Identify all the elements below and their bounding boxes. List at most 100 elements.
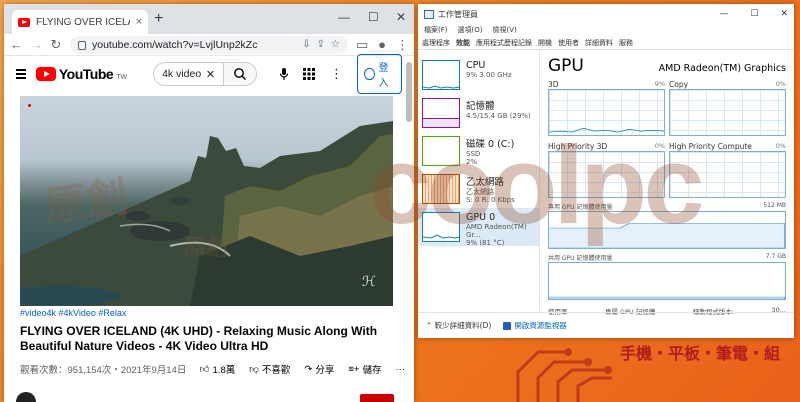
circuit-decoration xyxy=(516,348,612,402)
gpu-thumbnail xyxy=(422,212,460,242)
maximize-icon[interactable]: ☐ xyxy=(750,9,758,19)
tab-processes[interactable]: 處理程序 xyxy=(422,38,450,48)
minimize-icon[interactable]: — xyxy=(338,10,350,24)
tab-startup[interactable]: 開機 xyxy=(538,38,552,48)
settings-more-icon[interactable]: ⋮ xyxy=(330,66,344,82)
reload-icon[interactable]: ↻ xyxy=(50,37,62,53)
search-clear-icon[interactable]: ✕ xyxy=(206,68,215,81)
gpu-model: AMD Radeon(TM) Graphics xyxy=(658,63,786,74)
resource-ethernet[interactable]: 乙太網路 乙太網路 S: 0 R: 0 Kbps xyxy=(418,170,539,208)
fewer-details-label: 較少詳細資料(D) xyxy=(434,321,492,330)
chrome-menu-icon[interactable]: ⋮ xyxy=(396,37,409,53)
search-input[interactable]: 4k video ✕ xyxy=(153,62,224,86)
tab-users[interactable]: 使用者 xyxy=(558,38,579,48)
minimize-icon[interactable]: — xyxy=(719,9,728,19)
graph-label: Copy xyxy=(669,80,689,89)
tab-close-icon[interactable]: × xyxy=(136,16,142,28)
share-button[interactable]: ↷ 分享 xyxy=(304,362,335,377)
hamburger-menu-icon[interactable] xyxy=(16,69,26,79)
subscribe-button[interactable] xyxy=(360,394,394,402)
share-label: 分享 xyxy=(315,365,335,376)
graph-3d[interactable]: 3D 9% xyxy=(548,80,665,136)
shared-memory-graph[interactable] xyxy=(548,262,786,300)
resource-sub1: AMD Radeon(TM) Gr... xyxy=(466,223,527,239)
resource-monitor-icon xyxy=(503,321,512,330)
back-icon[interactable]: ← xyxy=(10,37,23,52)
tab-title: FLYING OVER ICELAND (4K xyxy=(36,16,130,28)
resource-name: GPU 0 xyxy=(466,212,496,223)
apps-grid-icon[interactable] xyxy=(302,66,316,82)
live-indicator xyxy=(28,104,31,107)
region-code: TW xyxy=(116,74,128,81)
thumbs-down-icon: 👎︎ xyxy=(249,364,259,375)
menu-file[interactable]: 檔案(F) xyxy=(424,25,448,35)
microphone-icon xyxy=(279,68,288,80)
resource-list: CPU 9% 3.00 GHz 記憶體 4.5/15.4 GB (29%) 磁碟… xyxy=(418,50,540,312)
youtube-favicon-icon xyxy=(18,17,30,27)
dislike-label: 不喜歡 xyxy=(261,365,291,376)
dedicated-memory-max: 512 MB xyxy=(763,202,786,209)
like-button[interactable]: 👍︎ 1.8萬 xyxy=(200,362,236,376)
resource-name: 乙太網路 xyxy=(466,177,505,188)
download-icon[interactable]: ⇩ xyxy=(302,39,310,50)
resource-sub1: 4.5/15.4 GB (29%) xyxy=(466,112,531,120)
save-label: 儲存 xyxy=(362,365,382,376)
menu-view[interactable]: 檢視(V) xyxy=(492,25,516,35)
sign-in-button[interactable]: 登入 xyxy=(357,54,402,94)
profile-icon[interactable]: ● xyxy=(376,37,388,52)
browser-tab[interactable]: FLYING OVER ICELAND (4K × xyxy=(12,10,148,34)
gpu-detail-panel: GPU AMD Radeon(TM) Graphics 3D 9% Copy 0% xyxy=(548,50,786,316)
resource-disk[interactable]: 磁碟 0 (C:) SSD 2% xyxy=(418,132,539,170)
new-tab-button[interactable]: + xyxy=(154,11,163,27)
tab-strip: FLYING OVER ICELAND (4K × + — ☐ ✕ xyxy=(4,4,414,34)
graph-label: High Priority Compute xyxy=(669,142,752,151)
menu-options[interactable]: 選項(O) xyxy=(458,25,483,35)
like-count: 1.8萬 xyxy=(212,365,236,376)
open-resource-monitor-link[interactable]: 開啟資源監視器 xyxy=(503,320,567,331)
sign-in-label: 登入 xyxy=(378,63,389,89)
close-window-icon[interactable]: ✕ xyxy=(396,10,406,24)
tab-services[interactable]: 服務 xyxy=(619,38,633,48)
graph-percent: 9% xyxy=(654,80,665,88)
url-text[interactable]: youtube.com/watch?v=LvjlUnp2kZc xyxy=(92,39,296,51)
youtube-header: YouTube TW 4k video ✕ ⋮ 登入 xyxy=(4,54,414,94)
close-window-icon[interactable]: ✕ xyxy=(780,9,788,19)
browser-window: FLYING OVER ICELAND (4K × + — ☐ ✕ ← → ↻ … xyxy=(4,4,414,402)
forward-icon[interactable]: → xyxy=(30,37,43,52)
save-button[interactable]: ≡+ 儲存 xyxy=(348,362,382,377)
graph-copy[interactable]: Copy 0% xyxy=(669,80,786,136)
resource-sub1: 9% 3.00 GHz xyxy=(466,71,512,79)
video-player[interactable]: ℋ xyxy=(20,96,393,306)
resource-sub2: 9% (81 °C) xyxy=(466,239,505,247)
graph-high-priority-compute[interactable]: High Priority Compute 0% xyxy=(669,142,786,198)
page-scrollbar[interactable] xyxy=(406,62,412,122)
fewer-details-button[interactable]: ⌃ 較少詳細資料(D) xyxy=(426,320,491,331)
bookmark-star-icon[interactable]: ☆ xyxy=(331,39,340,50)
task-manager-icon xyxy=(424,9,434,19)
maximize-icon[interactable]: ☐ xyxy=(368,10,379,24)
resource-memory[interactable]: 記憶體 4.5/15.4 GB (29%) xyxy=(418,94,539,132)
youtube-logo[interactable]: YouTube TW xyxy=(35,66,128,82)
extensions-icon[interactable]: ▭ xyxy=(356,37,368,53)
dislike-button[interactable]: 👎︎ 不喜歡 xyxy=(249,362,290,376)
omnibox[interactable]: youtube.com/watch?v=LvjlUnp2kZc ⇩ ⇪ ☆ xyxy=(70,35,348,54)
search-button[interactable] xyxy=(223,62,258,86)
tab-details[interactable]: 詳細資料 xyxy=(585,38,613,48)
video-hashtags[interactable]: #video4k #4kVideo #Relax xyxy=(20,308,405,318)
share-icon[interactable]: ⇪ xyxy=(317,39,325,50)
tab-performance[interactable]: 效能 xyxy=(456,38,470,48)
resource-gpu[interactable]: GPU 0 AMD Radeon(TM) Gr... 9% (81 °C) xyxy=(418,208,539,247)
menu-bar: 檔案(F) 選項(O) 檢視(V) xyxy=(418,24,794,36)
lock-icon[interactable] xyxy=(78,41,86,50)
dedicated-memory-graph[interactable] xyxy=(548,211,786,249)
tab-app-history[interactable]: 應用程式歷程記錄 xyxy=(476,38,532,48)
graph-percent: 0% xyxy=(775,142,786,150)
thumbs-up-icon: 👍︎ xyxy=(199,364,210,375)
search-query[interactable]: 4k video xyxy=(162,68,201,80)
resource-cpu[interactable]: CPU 9% 3.00 GHz xyxy=(418,56,539,94)
graph-high-priority-3d[interactable]: High Priority 3D 0% xyxy=(548,142,665,198)
voice-search-button[interactable] xyxy=(275,62,292,86)
ethernet-thumbnail xyxy=(422,174,460,204)
more-actions-button[interactable]: ··· xyxy=(396,364,406,375)
resource-name: 記憶體 xyxy=(466,101,495,112)
